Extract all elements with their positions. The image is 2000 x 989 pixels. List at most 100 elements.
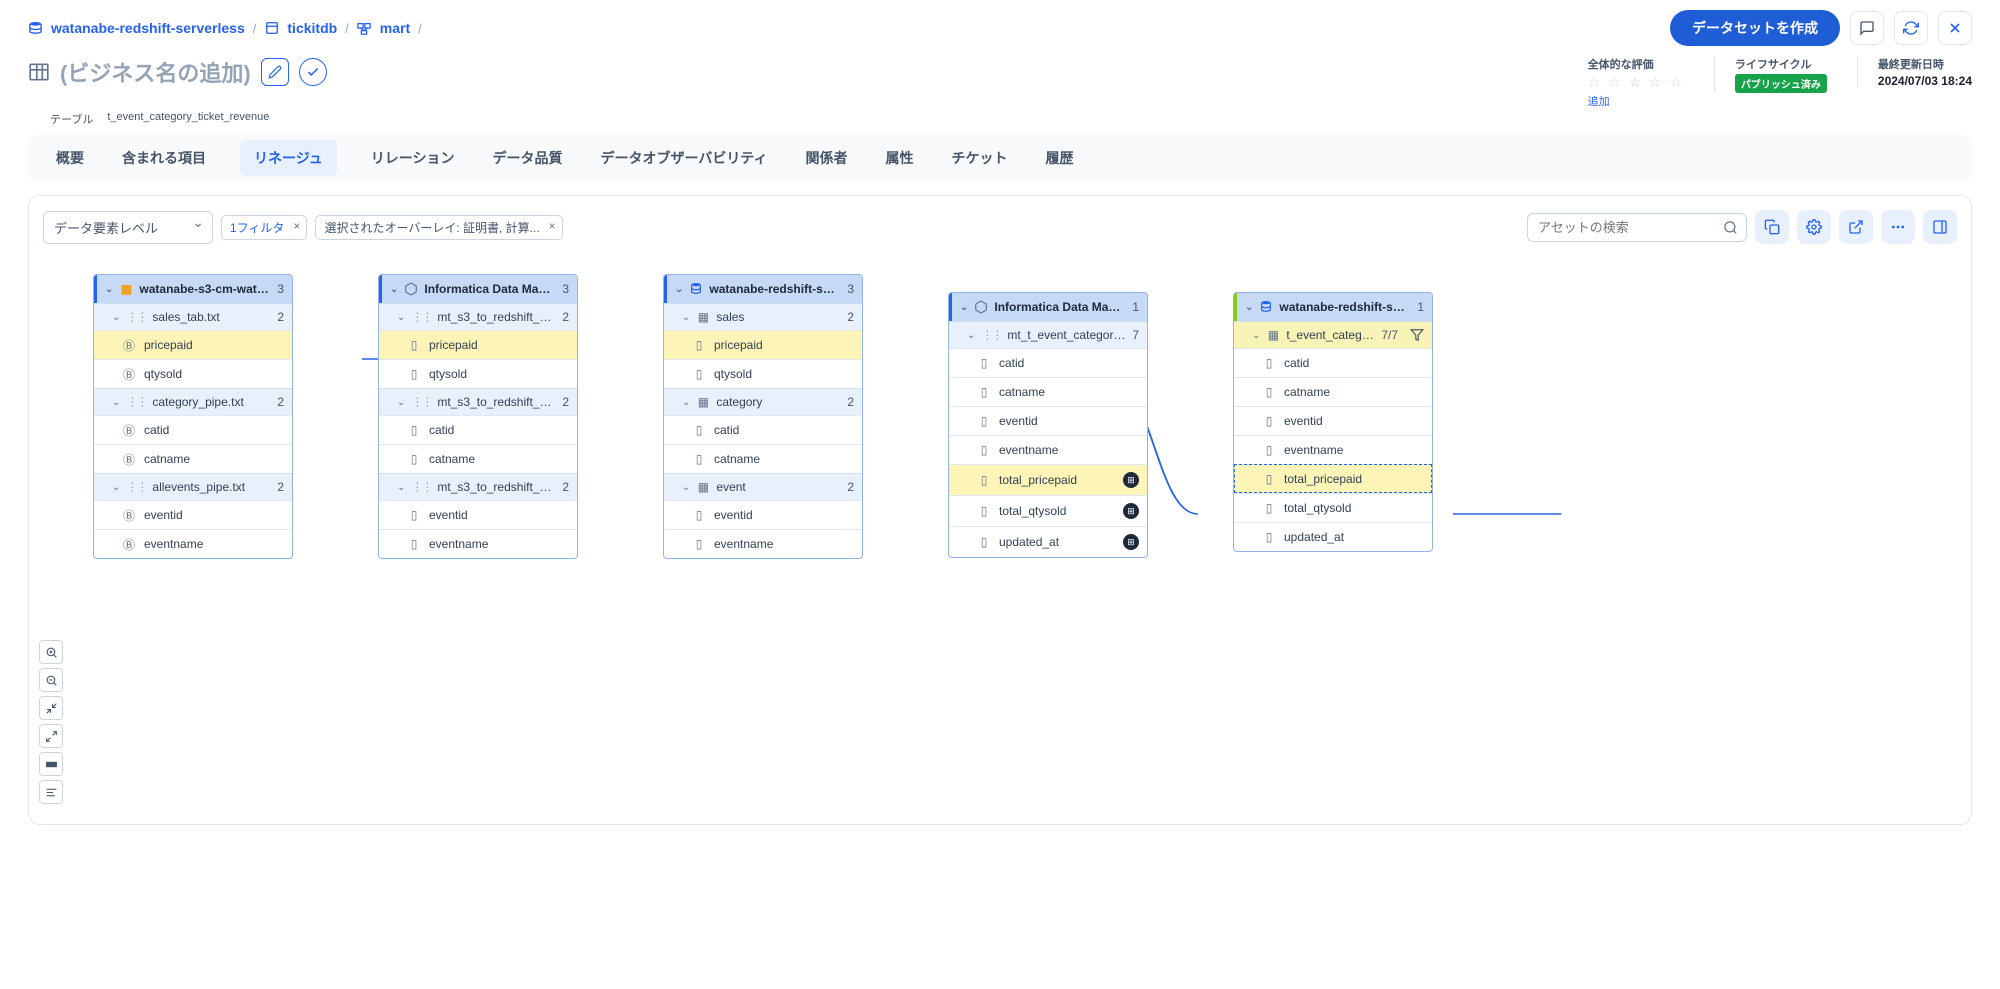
tab-tickets[interactable]: チケット xyxy=(948,135,1012,181)
node-section[interactable]: ⌄⋮⋮category_pipe.txt2 xyxy=(94,388,292,415)
column-row[interactable]: ▯pricepaid xyxy=(664,330,862,359)
tab-columns[interactable]: 含まれる項目 xyxy=(118,135,210,181)
column-row[interactable]: ▯qtysold xyxy=(379,359,577,388)
zoom-in-button[interactable] xyxy=(39,640,63,664)
column-row[interactable]: ▯total_pricepaid xyxy=(1234,464,1432,493)
copy-icon[interactable] xyxy=(1755,210,1789,244)
node-section[interactable]: ⌄⋮⋮mt_s3_to_redshift_sales(d4...2 xyxy=(379,303,577,330)
column-row[interactable]: ▯eventname xyxy=(949,435,1147,464)
node-header[interactable]: ⌄ watanabe-redshift-serverless 1 xyxy=(1234,293,1432,321)
comment-icon[interactable] xyxy=(1850,11,1884,45)
node-redshift-1[interactable]: ⌄ watanabe-redshift-serverless 3 ⌄▦sales… xyxy=(663,274,863,559)
column-row[interactable]: ▯total_pricepaid⊞ xyxy=(949,464,1147,495)
column-row[interactable]: ▯catid xyxy=(1234,348,1432,377)
column-row[interactable]: ▯pricepaid xyxy=(379,330,577,359)
chevron-down-icon[interactable]: ⌄ xyxy=(682,397,690,408)
column-row[interactable]: ▯catid xyxy=(664,415,862,444)
node-header[interactable]: ⌄ watanabe-redshift-serverless 3 xyxy=(664,275,862,303)
asset-search[interactable] xyxy=(1527,213,1747,242)
node-section[interactable]: ⌄▦t_event_category_t...7/7 xyxy=(1234,321,1432,348)
verify-icon[interactable] xyxy=(299,58,327,86)
tab-observability[interactable]: データオブザーバビリティ xyxy=(596,135,771,181)
chevron-down-icon[interactable]: ⌄ xyxy=(1245,302,1253,313)
overlay-chip[interactable]: 選択されたオーバーレイ: 証明書, 計算... xyxy=(315,215,562,240)
node-s3[interactable]: ⌄ ▦ watanabe-s3-cm-watanabe-i... 3 ⌄⋮⋮sa… xyxy=(93,274,293,559)
column-row[interactable]: ▯eventname xyxy=(1234,435,1432,464)
tab-quality[interactable]: データ品質 xyxy=(488,135,566,181)
chevron-down-icon[interactable]: ⌄ xyxy=(112,312,120,323)
tab-relations[interactable]: リレーション xyxy=(367,135,459,181)
column-row[interactable]: ▯eventid xyxy=(379,500,577,529)
node-section[interactable]: ⌄⋮⋮allevents_pipe.txt2 xyxy=(94,473,292,500)
more-icon[interactable] xyxy=(1881,210,1915,244)
create-dataset-button[interactable]: データセットを作成 xyxy=(1670,10,1840,46)
chevron-down-icon[interactable]: ⌄ xyxy=(397,312,405,323)
column-row[interactable]: ▯catname xyxy=(1234,377,1432,406)
node-redshift-target[interactable]: ⌄ watanabe-redshift-serverless 1 ⌄▦t_eve… xyxy=(1233,292,1433,552)
column-row[interactable]: ▯eventid xyxy=(664,500,862,529)
column-row[interactable]: ▯catid xyxy=(379,415,577,444)
chevron-down-icon[interactable]: ⌄ xyxy=(967,330,975,341)
column-row[interactable]: Ⓑeventname xyxy=(94,529,292,558)
filter-chip[interactable]: 1フィルタ xyxy=(221,215,307,240)
chevron-down-icon[interactable]: ⌄ xyxy=(397,482,405,493)
column-row[interactable]: Ⓑeventid xyxy=(94,500,292,529)
node-header[interactable]: ⌄ ▦ watanabe-s3-cm-watanabe-i... 3 xyxy=(94,275,292,303)
chevron-down-icon[interactable]: ⌄ xyxy=(390,284,398,295)
node-section[interactable]: ⌄▦category2 xyxy=(664,388,862,415)
layout-button[interactable] xyxy=(39,780,63,804)
search-input[interactable] xyxy=(1538,220,1716,235)
column-row[interactable]: ▯updated_at xyxy=(1234,522,1432,551)
tab-overview[interactable]: 概要 xyxy=(52,135,88,181)
tab-lineage[interactable]: リネージュ xyxy=(240,140,337,176)
breadcrumb-item-1[interactable]: tickitdb xyxy=(287,20,337,36)
level-select[interactable]: データ要素レベル xyxy=(43,211,213,244)
chevron-down-icon[interactable]: ⌄ xyxy=(112,482,120,493)
filter-icon[interactable] xyxy=(1410,328,1424,342)
tab-attributes[interactable]: 属性 xyxy=(882,135,918,181)
chevron-down-icon[interactable]: ⌄ xyxy=(397,397,405,408)
refresh-icon[interactable] xyxy=(1894,11,1928,45)
rating-stars[interactable]: ☆ ☆ ☆ ☆ ☆ xyxy=(1588,74,1684,91)
actual-size-button[interactable] xyxy=(39,752,63,776)
chevron-down-icon[interactable]: ⌄ xyxy=(960,302,968,313)
settings-icon[interactable] xyxy=(1797,210,1831,244)
node-infa-2[interactable]: ⌄ Informatica Data Managem... 1 ⌄⋮⋮mt_t_… xyxy=(948,292,1148,558)
column-row[interactable]: Ⓑqtysold xyxy=(94,359,292,388)
column-row[interactable]: Ⓑcatname xyxy=(94,444,292,473)
tab-history[interactable]: 履歴 xyxy=(1042,135,1078,181)
zoom-out-button[interactable] xyxy=(39,668,63,692)
node-section[interactable]: ⌄⋮⋮mt_s3_to_redshift_events(9...2 xyxy=(379,473,577,500)
column-row[interactable]: ▯qtysold xyxy=(664,359,862,388)
column-row[interactable]: ▯eventid xyxy=(1234,406,1432,435)
panel-icon[interactable] xyxy=(1923,210,1957,244)
chevron-down-icon[interactable]: ⌄ xyxy=(105,284,113,295)
chevron-down-icon[interactable]: ⌄ xyxy=(1252,330,1260,341)
column-row[interactable]: ▯eventname xyxy=(379,529,577,558)
chevron-down-icon[interactable]: ⌄ xyxy=(675,284,683,295)
column-row[interactable]: Ⓑpricepaid xyxy=(94,330,292,359)
edit-icon[interactable] xyxy=(261,58,289,86)
tab-stakeholders[interactable]: 関係者 xyxy=(802,135,852,181)
column-row[interactable]: ▯catid xyxy=(949,348,1147,377)
column-row[interactable]: ▯catname xyxy=(379,444,577,473)
node-section[interactable]: ⌄⋮⋮mt_s3_to_redshift_category(...2 xyxy=(379,388,577,415)
chevron-down-icon[interactable]: ⌄ xyxy=(112,397,120,408)
close-icon[interactable] xyxy=(1938,11,1972,45)
node-section[interactable]: ⌄▦event2 xyxy=(664,473,862,500)
chevron-down-icon[interactable]: ⌄ xyxy=(682,482,690,493)
fit-button[interactable] xyxy=(39,696,63,720)
node-section[interactable]: ⌄⋮⋮mt_t_event_category_ticket_...7 xyxy=(949,321,1147,348)
breadcrumb-item-0[interactable]: watanabe-redshift-serverless xyxy=(51,20,245,36)
column-row[interactable]: ▯total_qtysold xyxy=(1234,493,1432,522)
node-section[interactable]: ⌄▦sales2 xyxy=(664,303,862,330)
column-row[interactable]: Ⓑcatid xyxy=(94,415,292,444)
column-row[interactable]: ▯catname xyxy=(664,444,862,473)
breadcrumb-item-2[interactable]: mart xyxy=(380,20,410,36)
column-row[interactable]: ▯total_qtysold⊞ xyxy=(949,495,1147,526)
column-row[interactable]: ▯eventname xyxy=(664,529,862,558)
chevron-down-icon[interactable]: ⌄ xyxy=(682,312,690,323)
external-link-icon[interactable] xyxy=(1839,210,1873,244)
expand-button[interactable] xyxy=(39,724,63,748)
column-row[interactable]: ▯catname xyxy=(949,377,1147,406)
